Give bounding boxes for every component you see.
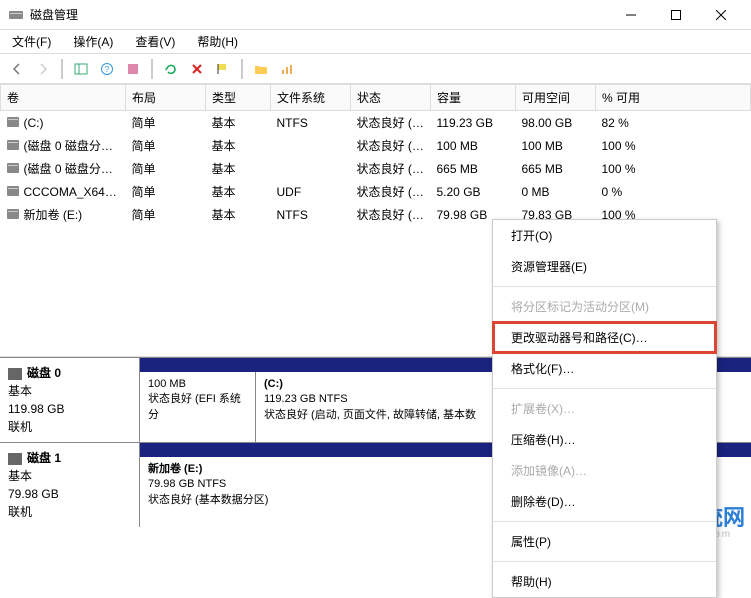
context-menu-item[interactable]: 格式化(F)…: [493, 353, 716, 384]
context-menu-item[interactable]: 属性(P): [493, 526, 716, 557]
drive-icon: [7, 140, 19, 150]
close-button[interactable]: [698, 0, 743, 30]
col-layout[interactable]: 布局: [126, 85, 206, 111]
context-menu-item[interactable]: 打开(O): [493, 220, 716, 251]
menu-action[interactable]: 操作(A): [67, 31, 119, 52]
svg-text:?: ?: [105, 65, 110, 74]
separator: [493, 521, 716, 522]
menu-file[interactable]: 文件(F): [6, 31, 57, 52]
toolbar: ?: [0, 54, 751, 84]
context-menu-item: 扩展卷(X)…: [493, 393, 716, 424]
delete-icon[interactable]: [186, 58, 208, 80]
partition[interactable]: 100 MB状态良好 (EFI 系统分: [140, 372, 255, 442]
chart-icon[interactable]: [276, 58, 298, 80]
separator: [241, 59, 243, 79]
col-free[interactable]: 可用空间: [516, 85, 596, 111]
col-fs[interactable]: 文件系统: [271, 85, 351, 111]
col-capacity[interactable]: 容量: [431, 85, 516, 111]
folder-icon[interactable]: [250, 58, 272, 80]
context-menu-item[interactable]: 更改驱动器号和路径(C)…: [493, 322, 716, 353]
disk-info: 磁盘 1基本79.98 GB联机: [0, 443, 140, 527]
menu-help[interactable]: 帮助(H): [191, 31, 244, 52]
disk-info: 磁盘 0基本119.98 GB联机: [0, 358, 140, 442]
maximize-button[interactable]: [653, 0, 698, 30]
table-row[interactable]: CCCOMA_X64FR…简单基本UDF状态良好 (…5.20 GB0 MB0 …: [1, 180, 751, 203]
separator: [493, 388, 716, 389]
help-icon[interactable]: ?: [96, 58, 118, 80]
back-icon[interactable]: [6, 58, 28, 80]
drive-icon: [7, 186, 19, 196]
separator: [493, 286, 716, 287]
context-menu-item: 将分区标记为活动分区(M): [493, 291, 716, 322]
drive-icon: [7, 209, 19, 219]
minimize-button[interactable]: [608, 0, 653, 30]
menubar: 文件(F) 操作(A) 查看(V) 帮助(H): [0, 30, 751, 54]
disk-icon: [8, 368, 22, 380]
titlebar: 磁盘管理: [0, 0, 751, 30]
drive-icon: [7, 117, 19, 127]
separator: [61, 59, 63, 79]
col-volume[interactable]: 卷: [1, 85, 126, 111]
panel-icon[interactable]: [70, 58, 92, 80]
table-row[interactable]: (磁盘 0 磁盘分区 1)简单基本状态良好 (…100 MB100 MB100 …: [1, 134, 751, 157]
context-menu-item[interactable]: 帮助(H): [493, 566, 716, 597]
window-title: 磁盘管理: [30, 6, 608, 23]
table-row[interactable]: (C:)简单基本NTFS状态良好 (…119.23 GB98.00 GB82 %: [1, 111, 751, 135]
context-menu: 打开(O)资源管理器(E) 将分区标记为活动分区(M)更改驱动器号和路径(C)…格…: [492, 219, 717, 598]
context-menu-item[interactable]: 删除卷(D)…: [493, 486, 716, 517]
table-header: 卷 布局 类型 文件系统 状态 容量 可用空间 % 可用: [1, 85, 751, 111]
table-row[interactable]: (磁盘 0 磁盘分区 4)简单基本状态良好 (…665 MB665 MB100 …: [1, 157, 751, 180]
col-type[interactable]: 类型: [206, 85, 271, 111]
context-menu-item[interactable]: 压缩卷(H)…: [493, 424, 716, 455]
separator: [151, 59, 153, 79]
disk-icon: [8, 453, 22, 465]
refresh-icon[interactable]: [160, 58, 182, 80]
col-pct[interactable]: % 可用: [596, 85, 751, 111]
drive-icon: [7, 163, 19, 173]
app-icon: [8, 7, 24, 23]
context-menu-item[interactable]: 资源管理器(E): [493, 251, 716, 282]
separator: [493, 561, 716, 562]
flag-icon[interactable]: [212, 58, 234, 80]
context-menu-item: 添加镜像(A)…: [493, 455, 716, 486]
settings-icon[interactable]: [122, 58, 144, 80]
menu-view[interactable]: 查看(V): [129, 31, 181, 52]
col-status[interactable]: 状态: [351, 85, 431, 111]
forward-icon[interactable]: [32, 58, 54, 80]
